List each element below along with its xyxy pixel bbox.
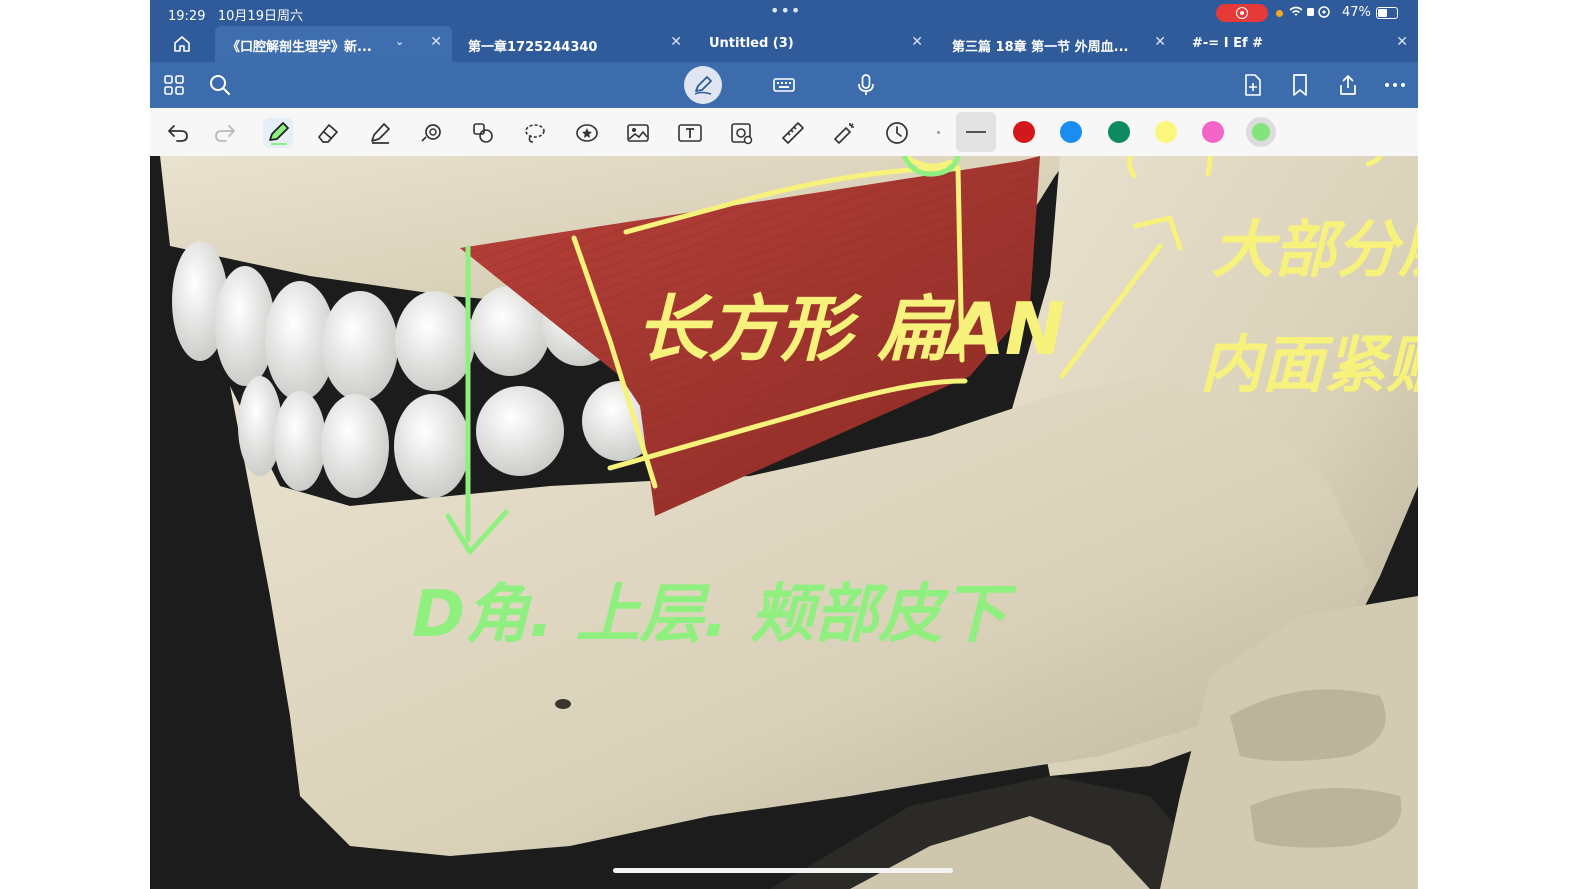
tab-untitled[interactable]: Untitled (3) ✕: [697, 26, 933, 62]
color-swatch-pink[interactable]: [1202, 121, 1224, 143]
stroke-width-selected[interactable]: [956, 112, 996, 152]
wifi-icon: [1288, 5, 1334, 22]
sticker-icon[interactable]: [574, 120, 600, 146]
recent-clock-icon[interactable]: [884, 120, 910, 146]
note-canvas[interactable]: 长方形 扁AN 大部分层 内面紧贴 D角. 上层. 颊部皮下: [150, 156, 1418, 889]
main-toolbar: [150, 62, 1418, 108]
chevron-down-icon[interactable]: ⌄: [395, 35, 404, 48]
shapes-icon[interactable]: [419, 120, 445, 146]
pen-mode-button[interactable]: [684, 66, 722, 104]
grid-icon[interactable]: [162, 73, 186, 97]
annotation-inner-surface: 内面紧贴: [1200, 328, 1418, 401]
image-icon[interactable]: [625, 120, 651, 146]
mental-foramen: [555, 699, 571, 709]
eraser-icon[interactable]: [315, 120, 341, 146]
keyboard-icon[interactable]: [772, 73, 796, 97]
status-date: 10月19日周六: [217, 9, 303, 24]
battery-icon: [1376, 7, 1398, 19]
tab-ef[interactable]: #-= I Ef # ✕: [1180, 26, 1418, 62]
drawing-toolbar: [150, 108, 1418, 157]
color-swatch-blue[interactable]: [1060, 121, 1082, 143]
share-icon[interactable]: [1336, 73, 1360, 97]
close-icon[interactable]: ✕: [911, 34, 923, 50]
pen-tool-icon[interactable]: [263, 118, 293, 148]
tab-chapter-18[interactable]: 第三篇 18章 第一节 外周血... ✕: [940, 26, 1176, 62]
close-icon[interactable]: ✕: [1396, 34, 1408, 50]
color-swatch-green[interactable]: [1108, 121, 1130, 143]
lasso-icon[interactable]: [522, 120, 548, 146]
annotation-most-layer: 大部分层: [1212, 213, 1418, 286]
highlighter-icon[interactable]: [367, 120, 393, 146]
redo-icon[interactable]: [212, 120, 238, 146]
multitask-dots-icon[interactable]: •••: [770, 1, 801, 20]
home-icon[interactable]: [172, 34, 192, 54]
annotation-rectangular: 长方形 扁AN: [636, 287, 1065, 371]
ruler-icon[interactable]: [780, 120, 806, 146]
mic-in-use-dot-icon: [1276, 10, 1283, 17]
color-swatch-red[interactable]: [1013, 121, 1035, 143]
close-icon[interactable]: ✕: [430, 34, 442, 50]
laser-pointer-icon[interactable]: [832, 120, 858, 146]
close-icon[interactable]: ✕: [670, 34, 682, 50]
camera-icon[interactable]: [729, 120, 755, 146]
ipad-screen: 19:29 10月19日周六 ••• 47% 《口腔解剖生理学》新... ⌄ ✕…: [150, 0, 1418, 889]
undo-icon[interactable]: [165, 120, 191, 146]
status-bar: 19:29 10月19日周六 ••• 47%: [150, 0, 1418, 26]
pen-mode-icon: [694, 76, 712, 95]
tab-anatomy-book[interactable]: 《口腔解剖生理学》新... ⌄ ✕: [215, 26, 452, 62]
screen-record-indicator[interactable]: [1216, 4, 1268, 22]
text-box-icon[interactable]: [677, 120, 703, 146]
bookmark-icon[interactable]: [1288, 73, 1312, 97]
color-swatch-light-green-selected[interactable]: [1246, 117, 1276, 147]
tab-chapter-one[interactable]: 第一章1725244340 ✕: [456, 26, 692, 62]
status-time: 19:29 10月19日周六: [168, 9, 303, 24]
battery-percent: 47%: [1342, 5, 1371, 20]
more-icon[interactable]: [1383, 73, 1407, 97]
elements-icon[interactable]: [470, 120, 496, 146]
color-swatch-yellow[interactable]: [1155, 121, 1177, 143]
thin-stroke-option[interactable]: [937, 131, 940, 134]
home-indicator[interactable]: [613, 868, 953, 873]
document-tabs: 《口腔解剖生理学》新... ⌄ ✕ 第一章1725244340 ✕ Untitl…: [150, 26, 1418, 62]
add-page-icon[interactable]: [1241, 73, 1265, 97]
search-icon[interactable]: [208, 73, 232, 97]
close-icon[interactable]: ✕: [1154, 34, 1166, 50]
microphone-icon[interactable]: [854, 73, 878, 97]
annotation-angle-lip-cheek: D角. 上层. 颊部皮下: [412, 578, 1017, 652]
